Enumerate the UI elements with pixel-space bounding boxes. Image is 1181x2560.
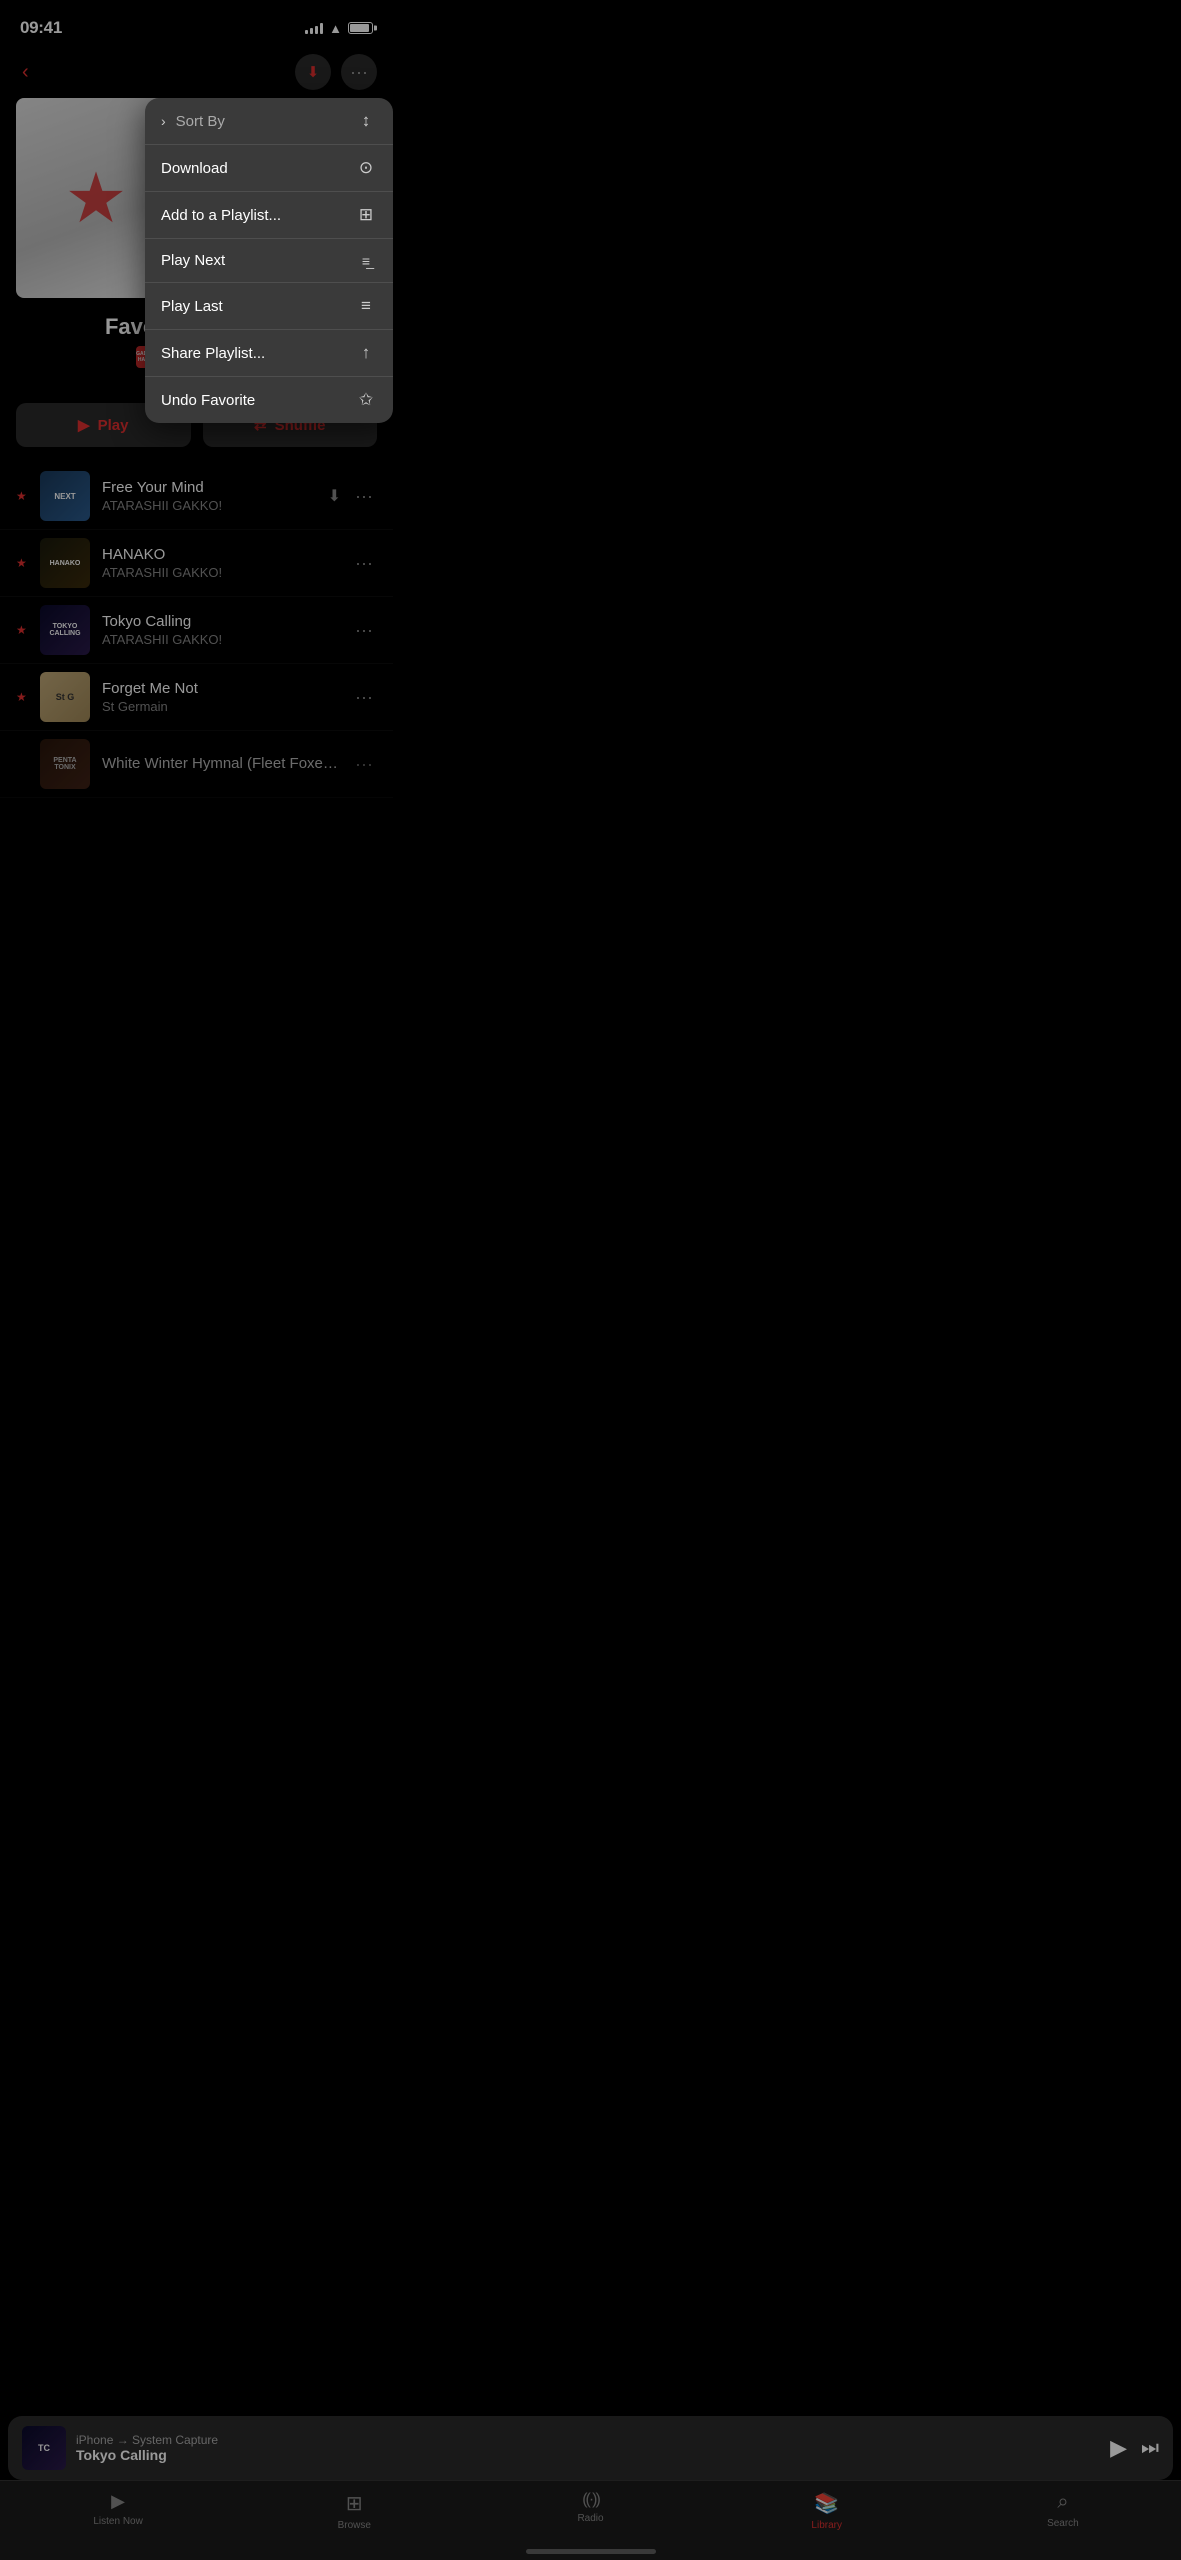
song-art-4: St G (40, 672, 90, 722)
more-options-button[interactable]: ··· (341, 54, 377, 90)
song-art-2: HANAKO (40, 538, 90, 588)
browse-icon: ⊞ (346, 2491, 363, 2516)
now-playing-source: iPhone → System Capture (76, 2433, 1100, 2447)
tab-search[interactable]: ⌕ Search (945, 2489, 1181, 2531)
list-item: ★ TOKYOCALLING Tokyo Calling ATARASHII G… (0, 597, 393, 664)
header: ‹ ⬇ ··· (0, 50, 393, 98)
now-playing-controls: ▶ ⏭ (1110, 2435, 1159, 2461)
song-more-button[interactable]: ··· (351, 482, 377, 511)
tab-browse-label: Browse (338, 2520, 371, 2531)
tab-radio[interactable]: ((·)) Radio (472, 2489, 708, 2526)
song-art-1: NEXT (40, 471, 90, 521)
song-artist: ATARASHII GAKKO! (102, 632, 339, 647)
star-decoration: ★ (65, 157, 128, 239)
share-playlist-label: Share Playlist... (161, 345, 265, 362)
status-bar: 09:41 ▲ (0, 0, 393, 50)
song-star-icon: ★ (16, 690, 28, 704)
play-last-label: Play Last (161, 298, 223, 315)
song-more-button[interactable]: ··· (351, 683, 377, 712)
tab-search-label: Search (1047, 2518, 1079, 2529)
tab-listen-now-label: Listen Now (93, 2516, 142, 2527)
menu-item-undo-favorite[interactable]: Undo Favorite ✩ (145, 377, 393, 423)
song-title: Forget Me Not (102, 680, 339, 697)
status-icons: ▲ (305, 21, 373, 36)
search-icon: ⌕ (1057, 2491, 1068, 2514)
now-playing-title: Tokyo Calling (76, 2447, 1100, 2463)
song-artist: ATARASHII GAKKO! (102, 498, 316, 513)
add-playlist-label: Add to a Playlist... (161, 207, 281, 224)
menu-item-play-last[interactable]: Play Last ≡ (145, 283, 393, 330)
download-icon: ⬇ (307, 63, 320, 81)
tab-bar: ▶ Listen Now ⊞ Browse ((·)) Radio 📚 Libr… (0, 2480, 1181, 2560)
song-art-3: TOKYOCALLING (40, 605, 90, 655)
tab-library[interactable]: 📚 Library (709, 2489, 945, 2533)
song-download-icon: ⬇ (328, 486, 341, 506)
song-title: White Winter Hymnal (Fleet Foxes Cover) (102, 755, 339, 772)
song-title: HANAKO (102, 546, 339, 563)
dots-icon: ··· (350, 62, 368, 83)
list-item: ★ St G Forget Me Not St Germain ··· (0, 664, 393, 731)
menu-item-download[interactable]: Download ⊙ (145, 145, 393, 192)
now-playing-forward-button[interactable]: ⏭ (1141, 2437, 1159, 2460)
menu-item-sort-by[interactable]: › Sort By ↕ (145, 98, 393, 145)
play-label: Play (98, 417, 129, 434)
play-next-icon: ≡̲ (355, 253, 377, 269)
song-artist: St Germain (102, 699, 339, 714)
song-more-button[interactable]: ··· (351, 750, 377, 779)
wifi-icon: ▲ (329, 21, 342, 36)
chevron-right-icon: › (161, 113, 166, 129)
battery-icon (348, 22, 373, 34)
song-list: ★ NEXT Free Your Mind ATARASHII GAKKO! ⬇… (0, 463, 393, 898)
song-title: Tokyo Calling (102, 613, 339, 630)
context-menu: › Sort By ↕ Download ⊙ Add to a Playlist… (145, 98, 393, 423)
sort-by-label: Sort By (176, 113, 225, 130)
list-item: ★ NEXT Free Your Mind ATARASHII GAKKO! ⬇… (0, 463, 393, 530)
signal-bars-icon (305, 22, 323, 34)
status-time: 09:41 (20, 18, 62, 38)
undo-favorite-label: Undo Favorite (161, 392, 255, 409)
menu-item-add-playlist[interactable]: Add to a Playlist... ⊞ (145, 192, 393, 239)
list-item: ★ PENTATONIX White Winter Hymnal (Fleet … (0, 731, 393, 798)
list-item: ★ HANAKO HANAKO ATARASHII GAKKO! ··· (0, 530, 393, 597)
menu-item-play-next[interactable]: Play Next ≡̲ (145, 239, 393, 283)
now-playing-play-button[interactable]: ▶ (1110, 2435, 1127, 2461)
song-more-button[interactable]: ··· (351, 616, 377, 645)
song-artist: ATARASHII GAKKO! (102, 565, 339, 580)
tab-radio-label: Radio (577, 2513, 603, 2524)
sort-icon: ↕ (355, 111, 377, 131)
play-last-icon: ≡ (355, 296, 377, 316)
home-indicator (526, 2549, 656, 2554)
add-playlist-icon: ⊞ (355, 205, 377, 225)
playlist-area: ★ › Sort By ↕ Download ⊙ Add to a Playli… (0, 98, 393, 298)
tab-browse[interactable]: ⊞ Browse (236, 2489, 472, 2533)
menu-item-share-playlist[interactable]: Share Playlist... ↑ (145, 330, 393, 377)
download-label: Download (161, 160, 228, 177)
song-more-button[interactable]: ··· (351, 549, 377, 578)
download-button[interactable]: ⬇ (295, 54, 331, 90)
song-art-5: PENTATONIX (40, 739, 90, 789)
song-star-icon: ★ (16, 489, 28, 503)
song-star-icon: ★ (16, 623, 28, 637)
play-next-label: Play Next (161, 252, 225, 269)
download-circle-icon: ⊙ (355, 158, 377, 178)
tab-library-label: Library (811, 2520, 842, 2531)
radio-icon: ((·)) (582, 2491, 599, 2509)
tab-listen-now[interactable]: ▶ Listen Now (0, 2489, 236, 2529)
now-playing-art: TC (22, 2426, 66, 2470)
library-icon: 📚 (814, 2491, 839, 2516)
now-playing-bar[interactable]: TC iPhone → System Capture Tokyo Calling… (8, 2416, 1173, 2480)
back-button[interactable]: ‹ (16, 55, 35, 90)
unfavorite-icon: ✩ (355, 390, 377, 410)
listen-now-icon: ▶ (111, 2491, 125, 2512)
play-icon: ▶ (78, 416, 90, 434)
song-star-icon: ★ (16, 556, 28, 570)
song-title: Free Your Mind (102, 479, 316, 496)
share-icon: ↑ (355, 343, 377, 363)
